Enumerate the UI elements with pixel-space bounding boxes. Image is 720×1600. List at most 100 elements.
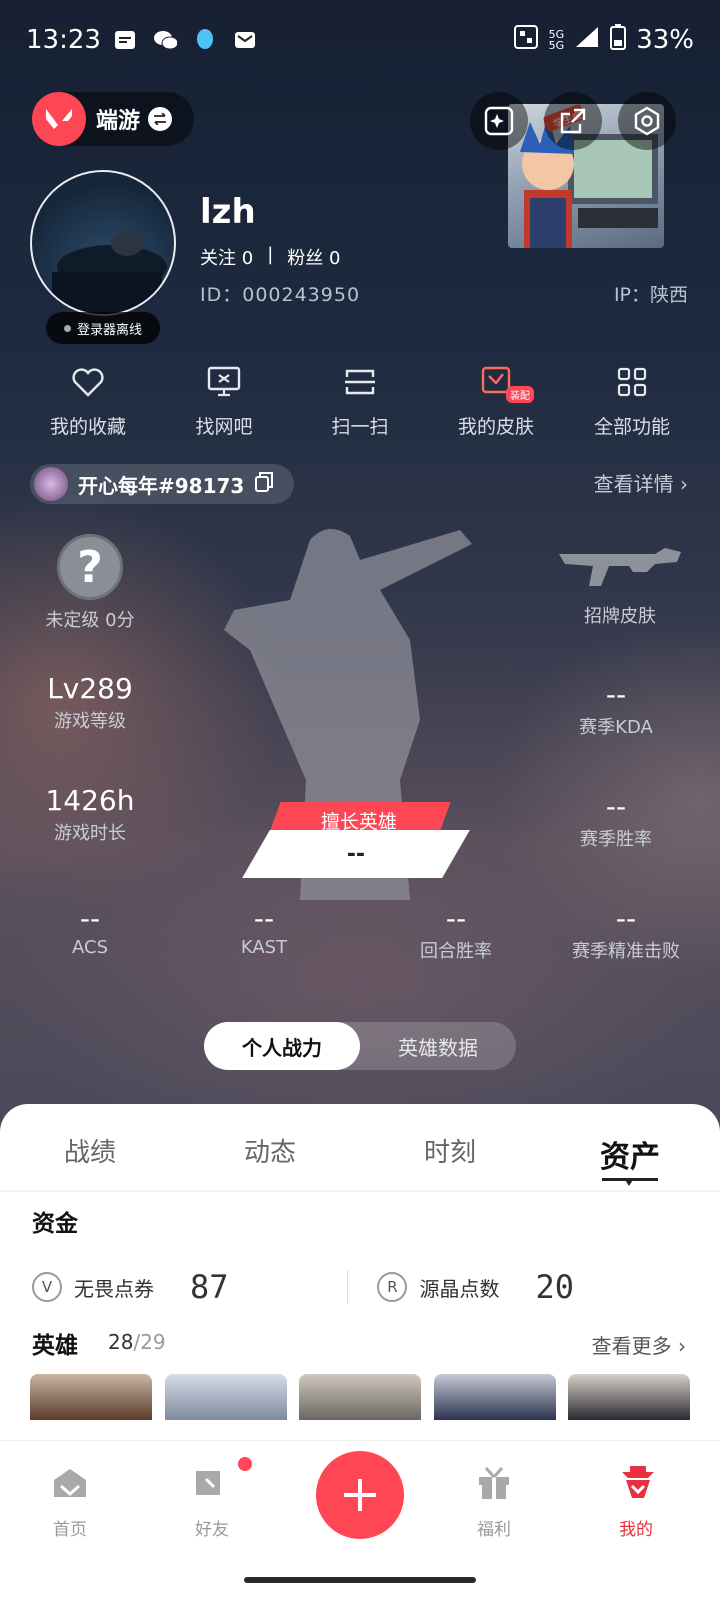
game-mode-label: 端游 bbox=[96, 109, 141, 134]
rank-stat[interactable]: ? 未定级 0分 bbox=[10, 534, 170, 632]
share-button[interactable] bbox=[544, 92, 602, 150]
status-time: 13:23 bbox=[26, 25, 101, 55]
stats-toggle: 个人战力 英雄数据 bbox=[204, 1022, 516, 1070]
playtime-stat: 1426h 游戏时长 bbox=[10, 784, 170, 845]
rp-icon: R bbox=[377, 1272, 408, 1302]
feature-favorites[interactable]: 我的收藏 bbox=[28, 362, 148, 439]
valorant-points[interactable]: V 无畏点券 87 bbox=[32, 1268, 347, 1306]
rp-symbol: R bbox=[387, 1278, 398, 1296]
network-label: 5G 5G bbox=[549, 29, 565, 51]
kast-value: -- bbox=[253, 902, 275, 935]
feature-internet-cafe[interactable]: 找网吧 bbox=[164, 362, 284, 439]
view-details-link[interactable]: 查看详情 › bbox=[594, 468, 688, 497]
radianite-points[interactable]: R 源晶点数 20 bbox=[377, 1268, 692, 1306]
playtime-label: 游戏时长 bbox=[54, 823, 126, 844]
ai-button[interactable] bbox=[470, 92, 528, 150]
fans-count[interactable]: 粉丝 0 bbox=[287, 244, 340, 270]
funds-title: 资金 bbox=[32, 1211, 78, 1237]
feature-skins[interactable]: 装配 我的皮肤 bbox=[436, 362, 556, 439]
kda-value: -- bbox=[605, 678, 627, 711]
tab-label: 动态 bbox=[243, 1138, 296, 1168]
game-avatar bbox=[34, 467, 68, 501]
feature-all[interactable]: 全部功能 bbox=[572, 362, 692, 439]
best-hero-value: -- bbox=[346, 841, 366, 867]
copy-icon[interactable] bbox=[254, 471, 274, 498]
feature-label: 找网吧 bbox=[195, 416, 253, 438]
level-label: 游戏等级 bbox=[54, 711, 126, 732]
settings-button[interactable] bbox=[618, 92, 676, 150]
rp-value: 20 bbox=[535, 1268, 575, 1306]
nav-label: 首页 bbox=[53, 1520, 87, 1540]
heroes-title: 英雄 bbox=[32, 1333, 78, 1359]
friends-icon bbox=[192, 1463, 232, 1503]
scan-icon bbox=[340, 362, 380, 402]
playtime-value: 1426h bbox=[45, 784, 135, 817]
game-account-pill[interactable]: 开心每年#98173 bbox=[30, 464, 295, 504]
kast-stat: -- KAST bbox=[184, 902, 344, 958]
add-button[interactable] bbox=[316, 1451, 404, 1539]
swap-icon bbox=[148, 107, 173, 131]
nav-benefits[interactable]: 福利 bbox=[444, 1463, 544, 1540]
qq-icon bbox=[193, 28, 217, 52]
avatar[interactable] bbox=[30, 170, 176, 316]
follow-stats: 关注 0 | 粉丝 0 bbox=[200, 244, 340, 270]
content-tabs: 战绩 动态 时刻 资产 bbox=[0, 1132, 720, 1181]
tabs-divider bbox=[0, 1190, 720, 1192]
hero-thumb[interactable] bbox=[433, 1374, 556, 1420]
acs-value: -- bbox=[79, 902, 101, 935]
round-winrate-label: 回合胜率 bbox=[420, 941, 492, 962]
tab-label: 时刻 bbox=[423, 1138, 476, 1168]
feature-scan[interactable]: 扫一扫 bbox=[300, 362, 420, 439]
headshot-label: 赛季精准击败 bbox=[572, 941, 680, 962]
offline-status-badge: 登录器离线 bbox=[46, 312, 160, 344]
tab-assets[interactable]: 资产 bbox=[550, 1132, 710, 1181]
tab-records[interactable]: 战绩 bbox=[10, 1132, 170, 1176]
hero-thumb[interactable] bbox=[164, 1374, 287, 1420]
kda-stat: -- 赛季KDA bbox=[536, 678, 696, 739]
network-2: 5G bbox=[548, 39, 565, 52]
follow-number: 0 bbox=[241, 248, 254, 269]
signature-skin-stat[interactable]: 招牌皮肤 bbox=[540, 540, 700, 628]
hero-thumbnails bbox=[30, 1374, 690, 1420]
gear-icon bbox=[634, 106, 660, 136]
offline-text: 登录器离线 bbox=[76, 322, 142, 338]
kast-label: KAST bbox=[240, 937, 288, 958]
rank-symbol: ? bbox=[77, 541, 103, 593]
toggle-hero-data[interactable]: 英雄数据 bbox=[360, 1022, 516, 1070]
tab-moments[interactable]: 时刻 bbox=[370, 1132, 530, 1176]
best-hero-box[interactable]: -- bbox=[242, 830, 470, 878]
game-mode-switch[interactable]: 端游 bbox=[32, 92, 194, 146]
rp-label: 源晶点数 bbox=[419, 1276, 500, 1301]
tab-label: 资产 bbox=[600, 1140, 660, 1175]
tab-feed[interactable]: 动态 bbox=[190, 1132, 350, 1176]
funds-row: V 无畏点券 87 R 源晶点数 20 bbox=[32, 1262, 692, 1312]
monitor-icon bbox=[204, 362, 244, 402]
hero-thumb[interactable] bbox=[30, 1374, 152, 1420]
heroes-total: 29 bbox=[140, 1330, 166, 1354]
kda-label: 赛季KDA bbox=[579, 717, 653, 738]
view-more-link[interactable]: 查看更多 › bbox=[592, 1330, 686, 1359]
gift-icon bbox=[474, 1463, 514, 1503]
battery-icon bbox=[610, 23, 627, 57]
follow-label: 关注 bbox=[200, 248, 236, 269]
equip-badge: 装配 bbox=[506, 386, 534, 403]
fans-label: 粉丝 bbox=[287, 248, 324, 269]
vp-label: 无畏点券 bbox=[74, 1276, 154, 1301]
hero-thumb[interactable] bbox=[299, 1374, 421, 1420]
round-winrate-value: -- bbox=[445, 902, 467, 935]
nav-profile[interactable]: 我的 bbox=[586, 1463, 686, 1540]
acs-label: ACS bbox=[72, 937, 108, 958]
level-stat: Lv289 游戏等级 bbox=[10, 672, 170, 733]
battery-level: 33% bbox=[636, 25, 694, 55]
nav-home[interactable]: 首页 bbox=[20, 1463, 120, 1540]
winrate-value: -- bbox=[605, 790, 627, 823]
hero-thumb[interactable] bbox=[568, 1374, 690, 1420]
nav-label: 好友 bbox=[195, 1520, 229, 1540]
nav-friends[interactable]: 好友 bbox=[162, 1463, 262, 1540]
feature-label: 我的皮肤 bbox=[457, 416, 534, 438]
home-icon bbox=[50, 1463, 90, 1503]
sms-icon bbox=[113, 28, 137, 52]
follow-count[interactable]: 关注 0 bbox=[200, 244, 253, 270]
toggle-personal-power[interactable]: 个人战力 bbox=[204, 1022, 360, 1070]
username: lzh bbox=[200, 192, 256, 232]
